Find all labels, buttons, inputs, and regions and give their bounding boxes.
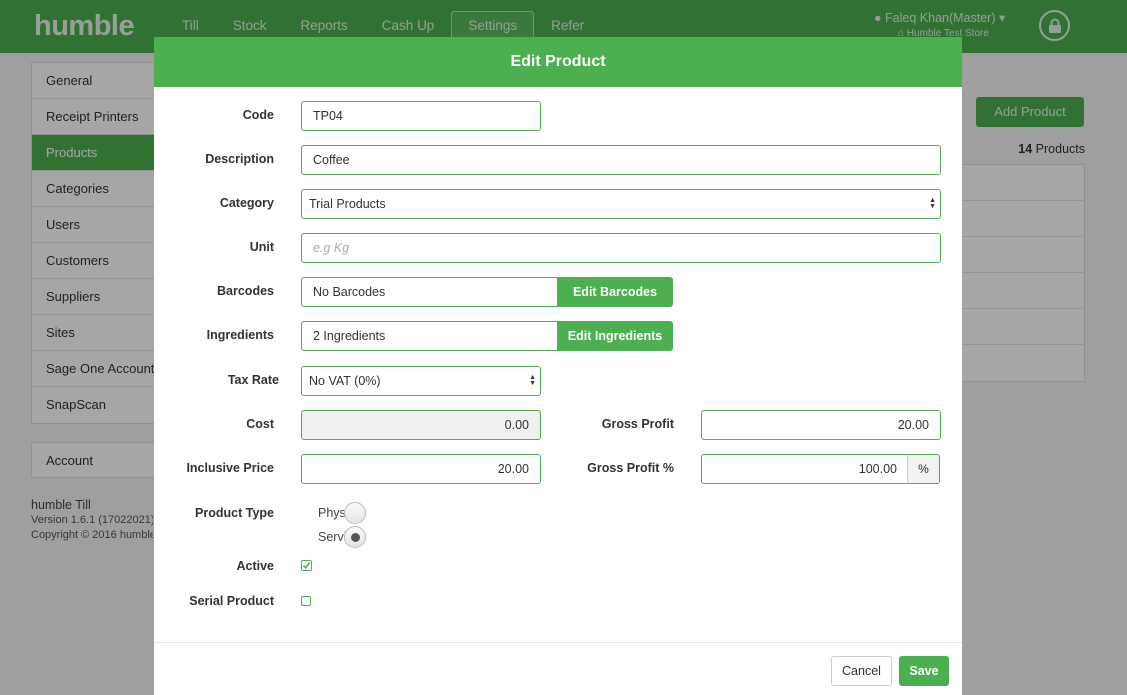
active-label: Active xyxy=(236,559,274,573)
ingredients-field: 2 Ingredients xyxy=(301,321,558,351)
gross-profit-pct-label: Gross Profit % xyxy=(587,461,674,475)
barcodes-field: No Barcodes xyxy=(301,277,558,307)
tax-rate-value: No VAT (0%) xyxy=(309,374,381,388)
edit-product-modal: Edit Product Code TP04 Description Coffe… xyxy=(154,37,962,695)
category-select[interactable]: Trial Products ▲ ▼ xyxy=(301,189,941,219)
radio-physical[interactable] xyxy=(344,502,366,524)
description-input[interactable]: Coffee xyxy=(301,145,941,175)
tax-rate-select[interactable]: No VAT (0%) ▲ ▼ xyxy=(301,366,541,396)
unit-label: Unit xyxy=(249,240,274,254)
check-icon xyxy=(301,560,312,571)
select-arrows-icon: ▲ ▼ xyxy=(529,374,536,387)
serial-product-checkbox[interactable] xyxy=(301,596,311,606)
modal-footer-divider xyxy=(154,642,962,643)
inclusive-price-label: Inclusive Price xyxy=(186,461,274,475)
save-button[interactable]: Save xyxy=(899,656,949,686)
barcodes-label: Barcodes xyxy=(217,284,274,298)
category-label: Category xyxy=(219,196,274,210)
gross-profit-label: Gross Profit xyxy=(601,417,674,431)
cost-input: 0.00 xyxy=(301,410,541,440)
ingredients-label: Ingredients xyxy=(206,328,274,342)
code-label: Code xyxy=(242,108,274,122)
cancel-button[interactable]: Cancel xyxy=(831,656,892,686)
gross-profit-pct-input[interactable]: 100.00 xyxy=(701,454,909,484)
inclusive-price-input[interactable]: 20.00 xyxy=(301,454,541,484)
edit-ingredients-button[interactable]: Edit Ingredients xyxy=(557,321,673,351)
serial-product-label: Serial Product xyxy=(189,594,274,608)
unit-input[interactable]: e.g Kg xyxy=(301,233,941,263)
code-input[interactable]: TP04 xyxy=(301,101,541,131)
product-type-option-physical: Phys xyxy=(318,506,346,520)
modal-title: Edit Product xyxy=(154,37,962,87)
edit-barcodes-button[interactable]: Edit Barcodes xyxy=(557,277,673,307)
product-type-label: Product Type xyxy=(195,506,274,520)
description-label: Description xyxy=(205,152,274,166)
product-type-option-service: Servi xyxy=(318,530,347,544)
active-checkbox[interactable] xyxy=(301,560,312,571)
select-arrows-icon: ▲ ▼ xyxy=(929,197,936,210)
category-value: Trial Products xyxy=(309,197,386,211)
percent-addon: % xyxy=(907,454,940,484)
radio-service[interactable] xyxy=(344,526,366,548)
tax-rate-label: Tax Rate xyxy=(227,373,279,387)
cost-label: Cost xyxy=(246,417,274,431)
gross-profit-input[interactable]: 20.00 xyxy=(701,410,941,440)
